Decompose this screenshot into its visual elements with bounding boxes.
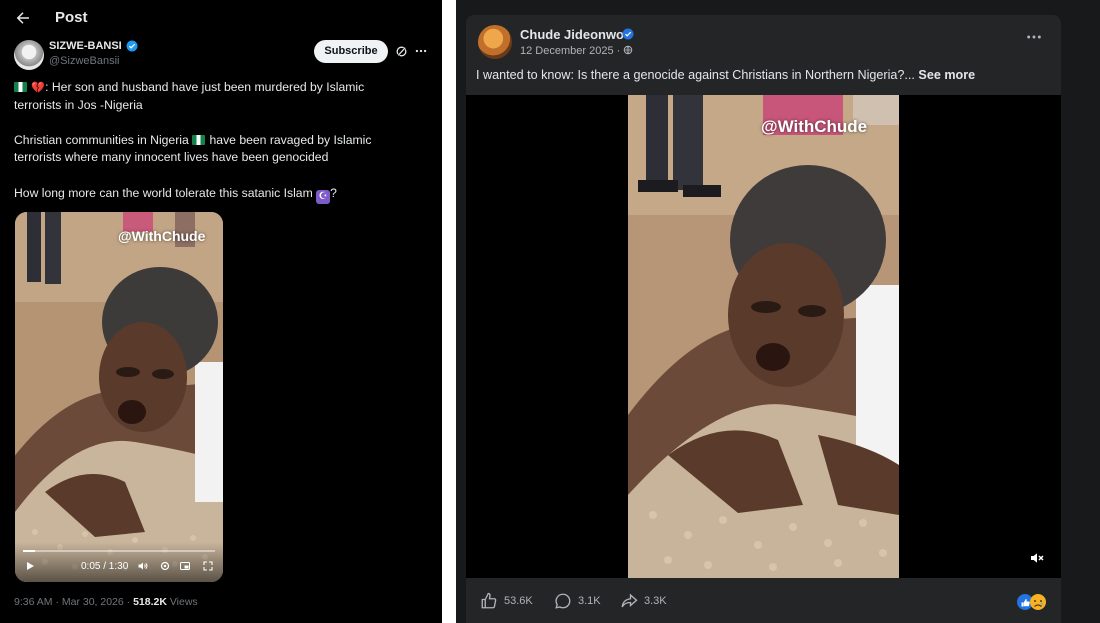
- video-watermark: @WithChude: [761, 117, 868, 136]
- x-post-panel: Post SIZWE-BANSI @SizweBansii Subscribe …: [0, 0, 442, 623]
- post-text-line-1: : Her son and husband have just been mur…: [45, 80, 365, 94]
- post-text-line-3: Christian communities in Nigeria: [14, 133, 189, 147]
- video-player[interactable]: @WithChude: [466, 95, 1061, 578]
- post-meta: 9:36 AM · Mar 30, 2026 · 518.2K Views: [14, 596, 198, 608]
- post-text: I wanted to know: Is there a genocide ag…: [476, 68, 1051, 82]
- post-text-line-4: terrorists where many innocent lives hav…: [14, 150, 329, 164]
- comment-button[interactable]: 3.1K: [554, 592, 601, 610]
- post-text-line-3b: have been ravaged by Islamic: [206, 133, 372, 147]
- globe-icon: [624, 45, 633, 55]
- shares-count: 3.3K: [644, 595, 667, 607]
- post-text-paragraph-3: How long more can the world tolerate thi…: [14, 185, 414, 204]
- video-player[interactable]: @WithChude 0:05 / 1:30: [15, 212, 223, 582]
- settings-icon[interactable]: [159, 560, 171, 572]
- verified-badge-icon: [126, 40, 138, 52]
- nigeria-flag-icon: [192, 135, 206, 145]
- author-name[interactable]: SIZWE-BANSI: [49, 40, 122, 52]
- video-progress-fill: [23, 550, 35, 552]
- post-text-line-2: terrorists in Jos -Nigeria: [14, 98, 143, 112]
- share-button[interactable]: 3.3K: [620, 592, 667, 610]
- mute-icon[interactable]: [1029, 550, 1045, 566]
- post-date-text[interactable]: 12 December 2025 ·: [520, 45, 623, 57]
- screenshot-composite: Post SIZWE-BANSI @SizweBansii Subscribe …: [0, 0, 1100, 623]
- video-frame-image: [15, 212, 223, 582]
- play-icon[interactable]: [24, 560, 36, 572]
- post-text-end: ?: [330, 186, 337, 200]
- fullscreen-icon[interactable]: [202, 560, 214, 572]
- comments-count: 3.1K: [578, 595, 601, 607]
- author-handle[interactable]: @SizweBansii: [49, 55, 119, 67]
- back-arrow-icon[interactable]: [14, 9, 32, 27]
- post-date[interactable]: 12 December 2025 ·: [520, 45, 633, 57]
- more-icon[interactable]: [414, 44, 428, 58]
- video-frame-image: [628, 95, 899, 578]
- author-avatar[interactable]: [14, 40, 44, 70]
- author-avatar[interactable]: [478, 25, 512, 59]
- nigeria-flag-icon: [14, 82, 27, 92]
- post-text-paragraph-2: Christian communities in Nigeria have be…: [14, 132, 414, 166]
- grok-icon[interactable]: [395, 45, 408, 58]
- facebook-post-card: Chude Jideonwo 12 December 2025 · I want…: [466, 15, 1061, 623]
- broken-heart-icon: 💔: [31, 82, 46, 94]
- post-text-paragraph-1: 💔: Her son and husband have just been mu…: [14, 79, 414, 114]
- facebook-post-panel: Chude Jideonwo 12 December 2025 · I want…: [456, 0, 1100, 623]
- video-time: 0:05 / 1:30: [81, 561, 129, 572]
- author-name[interactable]: Chude Jideonwo: [520, 27, 624, 42]
- share-icon: [621, 593, 638, 608]
- views-label: Views: [166, 596, 198, 608]
- views-count: 518.2K: [133, 596, 167, 608]
- x-post-header: Post: [0, 0, 442, 38]
- post-actions-bar: 53.6K 3.1K 3.3K: [466, 578, 1061, 623]
- like-button[interactable]: 53.6K: [480, 592, 533, 610]
- verified-badge-icon: [622, 28, 634, 40]
- likes-count: 53.6K: [504, 595, 533, 607]
- video-progress-bar[interactable]: [23, 550, 215, 552]
- volume-icon[interactable]: [137, 560, 149, 572]
- more-icon[interactable]: [1026, 33, 1042, 41]
- post-text-body: I wanted to know: Is there a genocide ag…: [476, 68, 919, 82]
- page-title: Post: [55, 9, 88, 26]
- video-controls: 0:05 / 1:30: [15, 542, 223, 582]
- comment-icon: [555, 593, 571, 609]
- subscribe-button[interactable]: Subscribe: [314, 40, 388, 63]
- star-and-crescent-icon: ☪: [316, 190, 331, 204]
- post-text-line-5: How long more can the world tolerate thi…: [14, 186, 313, 200]
- like-icon: [481, 592, 497, 609]
- video-frame: @WithChude: [628, 95, 899, 578]
- post-timestamp[interactable]: 9:36 AM · Mar 30, 2026 ·: [14, 596, 133, 608]
- pip-icon[interactable]: [179, 560, 191, 572]
- reactions-icon[interactable]: [1016, 593, 1052, 611]
- see-more-link[interactable]: See more: [918, 68, 975, 82]
- video-watermark: @WithChude: [118, 228, 206, 244]
